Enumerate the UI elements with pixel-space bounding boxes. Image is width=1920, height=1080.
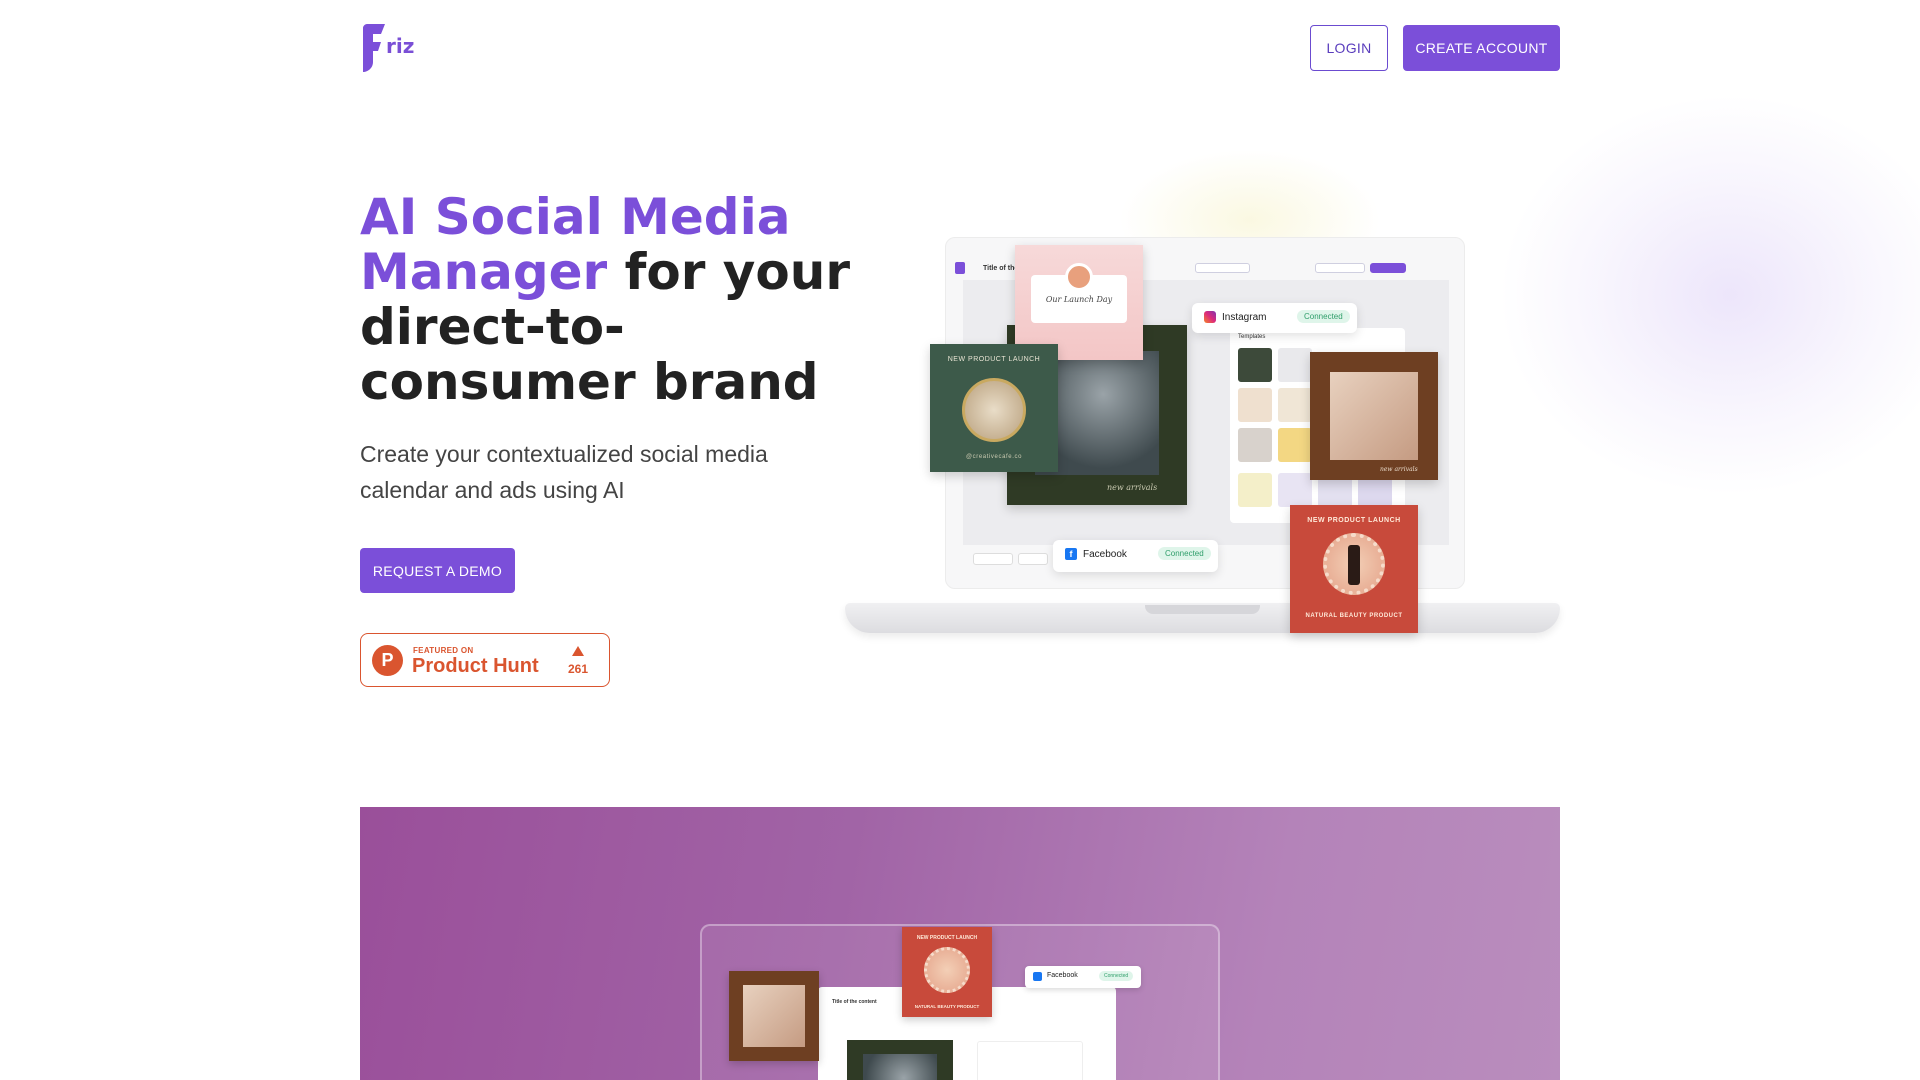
template-thumb — [1238, 388, 1272, 422]
app-save-draft-pill — [1315, 263, 1365, 273]
product-image — [962, 378, 1026, 442]
template-thumb — [1278, 388, 1312, 422]
launch-card-text: Our Launch Day — [1045, 295, 1113, 304]
facebook-icon — [1033, 972, 1042, 981]
card-signature: new arrivals — [1107, 483, 1158, 492]
promo-card-product-launch: NEW PRODUCT LAUNCH NATURAL BEAUTY PRODUC… — [902, 927, 992, 1017]
facebook-status-badge: Connected — [1099, 971, 1134, 981]
template-thumb — [1238, 473, 1272, 507]
woman-portrait-image — [1330, 372, 1418, 460]
friz-logo[interactable]: riz — [360, 24, 414, 72]
laptop-notch — [1145, 605, 1260, 614]
friz-logo-icon — [363, 24, 385, 72]
facebook-label: Facebook — [1047, 972, 1078, 979]
promo-facebook-chip: Facebook Connected — [1025, 966, 1141, 988]
request-demo-button[interactable]: REQUEST A DEMO — [360, 548, 515, 593]
post-card-product-launch-green: NEW PRODUCT LAUNCH @creativecafe.co — [930, 344, 1058, 472]
template-thumb — [1278, 428, 1312, 462]
facebook-connection-chip: f Facebook Connected — [1053, 540, 1218, 572]
product-image — [924, 947, 970, 993]
instagram-connection-chip: Instagram Connected — [1192, 303, 1357, 333]
site-header: riz LOGIN CREATE ACCOUNT — [360, 24, 1560, 72]
serum-bottle-image — [1348, 545, 1360, 585]
app-title: Title of the — [983, 265, 1019, 272]
upvote-count: 261 — [567, 662, 589, 676]
promo-card-woman — [729, 971, 819, 1061]
flower-image — [1065, 263, 1093, 291]
promo-section: Title of the content NEW PRODUCT LAUNCH … — [360, 807, 1560, 1080]
card-heading: NEW PRODUCT LAUNCH — [916, 935, 978, 941]
post-card-woman: new arrivals — [1310, 352, 1438, 480]
instagram-icon — [1204, 311, 1216, 323]
product-hunt-icon: P — [372, 645, 403, 676]
product-hunt-featured-label: FEATURED ON — [413, 646, 474, 655]
template-thumb — [1238, 428, 1272, 462]
logo-text: riz — [386, 34, 415, 58]
post-card-launch-day: Our Launch Day — [1015, 245, 1143, 360]
post-card-product-launch-red: NEW PRODUCT LAUNCH NATURAL BEAUTY PRODUC… — [1290, 505, 1418, 633]
woman-portrait-image — [743, 985, 805, 1047]
instagram-status-badge: Connected — [1297, 310, 1350, 323]
login-button[interactable]: LOGIN — [1310, 25, 1388, 71]
instagram-label: Instagram — [1222, 312, 1267, 323]
app-zoom-pill — [1195, 263, 1250, 273]
app-logo-icon — [955, 262, 965, 274]
card-footer: @creativecafe.co — [965, 454, 1023, 460]
templates-label: Templates — [1238, 334, 1266, 340]
card-footer: NATURAL BEAUTY PRODUCT — [1305, 613, 1403, 619]
template-thumb — [1278, 473, 1312, 507]
cat-umbrella-image — [863, 1054, 937, 1080]
hero-laptop-mockup: Title of the Templates Instagram Connect… — [845, 225, 1560, 655]
product-hunt-badge[interactable]: P FEATURED ON Product Hunt 261 — [360, 633, 610, 687]
create-account-button[interactable]: CREATE ACCOUNT — [1403, 25, 1560, 71]
template-thumb — [1278, 348, 1312, 382]
promo-app-title: Title of the content — [832, 999, 877, 1005]
promo-card-cat — [847, 1040, 953, 1080]
hero-title: AI Social Media Manager for your direct-… — [360, 190, 880, 410]
hero-subtitle: Create your contextualized social media … — [360, 441, 768, 503]
app-field — [973, 553, 1013, 565]
template-thumb — [1238, 348, 1272, 382]
card-signature: new arrivals — [1380, 466, 1418, 473]
facebook-status-badge: Connected — [1158, 547, 1211, 560]
background-glow-purple — [1500, 95, 1920, 495]
card-heading: NEW PRODUCT LAUNCH — [1307, 517, 1401, 524]
facebook-label: Facebook — [1083, 549, 1127, 560]
upvote-arrow-icon — [572, 646, 584, 656]
product-hunt-name: Product Hunt — [412, 655, 539, 677]
promo-templates-panel — [977, 1041, 1083, 1080]
app-publish-pill — [1370, 263, 1406, 273]
card-heading: NEW PRODUCT LAUNCH — [947, 356, 1041, 363]
facebook-icon: f — [1065, 548, 1077, 560]
app-field — [1018, 553, 1048, 565]
card-footer: NATURAL BEAUTY PRODUCT — [914, 1004, 980, 1009]
